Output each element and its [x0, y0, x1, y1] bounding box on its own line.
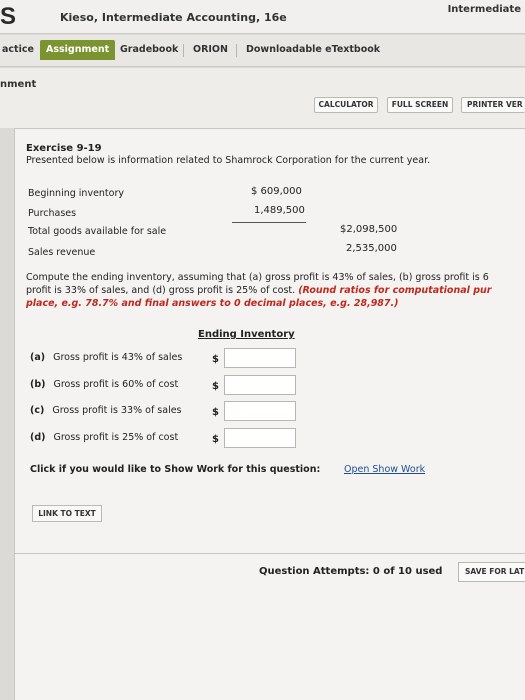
currency-symbol: $	[212, 381, 219, 392]
answer-row-label: (d) Gross profit is 25% of cost	[30, 432, 178, 443]
inventory-label: Total goods available for sale	[28, 226, 167, 237]
inventory-value: $ 609,000	[251, 186, 302, 197]
row-text: Gross profit is 25% of cost	[53, 432, 179, 443]
answer-row-label: (c) Gross profit is 33% of sales	[30, 405, 182, 416]
exercise-intro: Presented below is information related t…	[26, 155, 431, 166]
full-screen-button[interactable]: FULL SCREEN	[387, 97, 453, 113]
question-text-plain: profit is 33% of sales, and (d) gross pr…	[26, 285, 299, 296]
tab-gradebook[interactable]: Gradebook	[114, 40, 184, 60]
ending-inventory-input-d[interactable]	[224, 428, 296, 448]
question-line: Compute the ending inventory, assuming t…	[26, 272, 489, 283]
tab-etextbook[interactable]: Downloadable eTextbook	[240, 40, 386, 60]
app-header: S Kieso, Intermediate Accounting, 16e In…	[0, 0, 525, 34]
exercise-title: Exercise 9-19	[26, 143, 102, 154]
rounding-instructions: place, e.g. 78.7% and final answers to 0…	[26, 298, 399, 309]
row-letter: (c)	[30, 405, 45, 416]
inventory-value: $2,098,500	[340, 224, 398, 235]
ending-inventory-input-b[interactable]	[224, 375, 296, 395]
ending-inventory-header: Ending Inventory	[198, 329, 295, 340]
row-letter: (a)	[30, 352, 46, 363]
show-work-prompt: Click if you would like to Show Work for…	[30, 464, 321, 475]
tab-orion[interactable]: ORION	[187, 40, 234, 60]
ending-inventory-input-c[interactable]	[224, 401, 296, 421]
course-link[interactable]: Intermediate	[448, 4, 521, 15]
row-text: Gross profit is 33% of sales	[52, 405, 182, 416]
currency-symbol: $	[212, 407, 219, 418]
question-line: profit is 33% of sales, and (d) gross pr…	[26, 284, 525, 297]
divider	[14, 553, 525, 554]
logo: S	[0, 3, 16, 30]
currency-symbol: $	[212, 434, 219, 445]
printer-version-button[interactable]: PRINTER VER	[461, 97, 525, 113]
assignment-heading: nment	[0, 79, 37, 90]
sum-rule	[232, 222, 306, 223]
inventory-label: Beginning inventory	[28, 188, 124, 199]
row-text: Gross profit is 43% of sales	[53, 352, 183, 363]
row-text: Gross profit is 60% of cost	[53, 379, 179, 390]
row-letter: (b)	[30, 379, 46, 390]
rounding-instructions: (Round ratios for computational pur	[298, 285, 492, 296]
main-nav: actice Assignment Gradebook ORION Downlo…	[0, 35, 525, 67]
ending-inventory-input-a[interactable]	[224, 348, 296, 368]
question-attempts: Question Attempts: 0 of 10 used	[259, 566, 443, 577]
currency-symbol: $	[212, 354, 219, 365]
link-to-text-button[interactable]: LINK TO TEXT	[32, 505, 102, 522]
tab-practice[interactable]: actice	[0, 40, 40, 60]
calculator-button[interactable]: CALCULATOR	[314, 97, 378, 113]
inventory-value: 1,489,500	[254, 205, 305, 216]
save-for-later-button[interactable]: SAVE FOR LAT	[458, 562, 525, 582]
course-title: Kieso, Intermediate Accounting, 16e	[60, 11, 287, 24]
question-text: Compute the ending inventory, assuming t…	[26, 271, 525, 310]
answer-row-label: (b) Gross profit is 60% of cost	[30, 379, 178, 390]
inventory-label: Purchases	[28, 208, 77, 219]
row-letter: (d)	[30, 432, 46, 443]
answer-row-label: (a) Gross profit is 43% of sales	[30, 352, 182, 363]
tab-divider	[183, 44, 184, 57]
tab-assignment[interactable]: Assignment	[40, 40, 116, 60]
tab-divider	[236, 44, 237, 57]
inventory-label: Sales revenue	[28, 247, 96, 258]
open-show-work-link[interactable]: Open Show Work	[344, 464, 425, 475]
inventory-value: 2,535,000	[346, 243, 397, 254]
